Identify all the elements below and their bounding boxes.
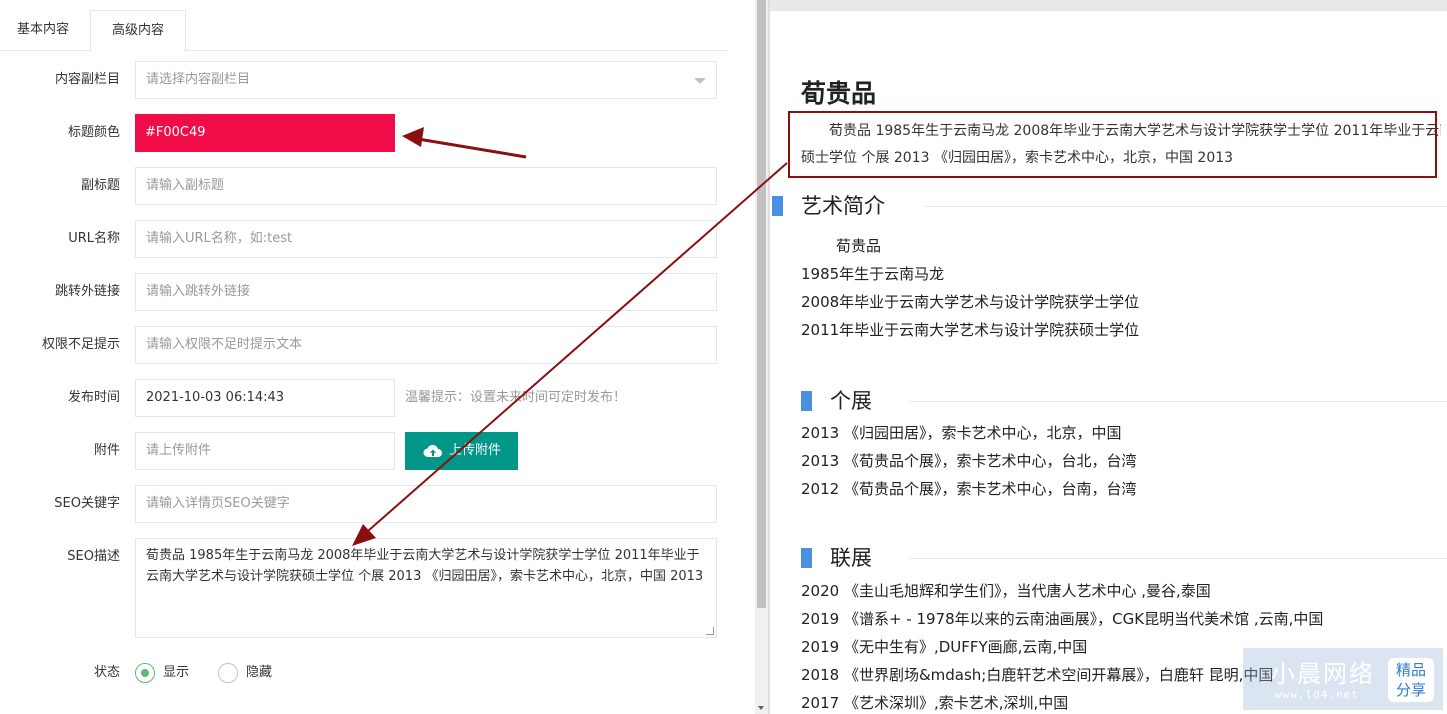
arrow-to-title-color: [411, 136, 527, 159]
watermark-badge: 精品 分享: [1388, 658, 1434, 702]
watermark-badge-line-1: 精品: [1395, 661, 1426, 679]
watermark-badge-line-2: 分享: [1395, 681, 1426, 699]
screenshot: 基本内容 高级内容 内容副栏目 请选择内容副栏目 标题颜色 #F00C49 副标…: [0, 0, 1447, 714]
watermark: 小晨网络 www.ld4.net 精品 分享: [1243, 648, 1443, 710]
watermark-url: www.ld4.net: [1275, 688, 1359, 701]
watermark-text: 小晨网络: [1271, 660, 1375, 688]
annotation-arrows: [352, 127, 788, 546]
arrow-to-seo-description: [359, 162, 788, 539]
arrowhead-title-color: [402, 127, 424, 147]
